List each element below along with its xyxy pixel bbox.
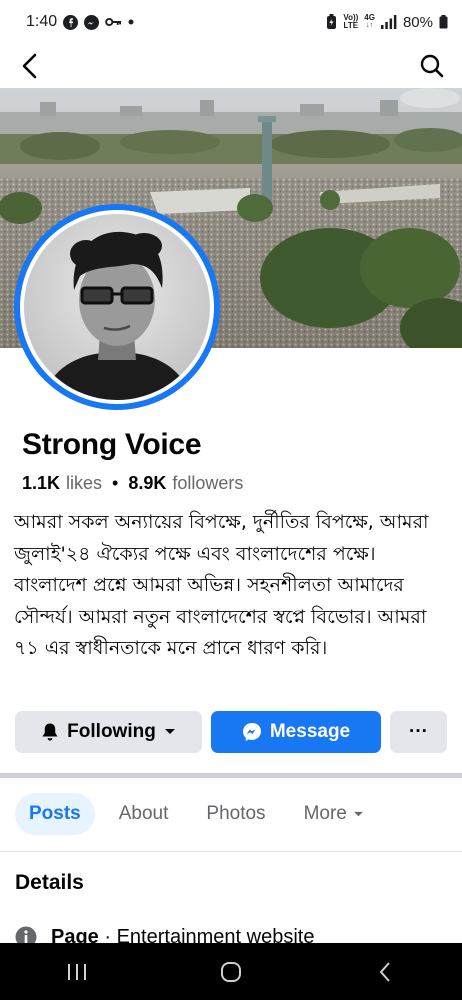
caret-down-icon [353,811,363,816]
page-bio: আমরা সকল অন্যায়ের বিপক্ষে, দুর্নীতির বি… [14,511,429,659]
tab-about-label: About [118,803,169,824]
signal-strength-icon [380,15,397,29]
tab-photos-label: Photos [206,803,266,824]
more-notifications-dot-icon [128,19,134,25]
android-navigation-bar [0,943,462,1000]
avatar-photo [24,214,210,400]
recent-apps-icon [68,963,86,980]
tab-about[interactable]: About [105,793,183,835]
following-label: Following [67,721,156,742]
system-back-icon [379,961,390,982]
volte-indicator: Vo)) LTE [343,14,358,30]
action-buttons: Following Message ··· [15,711,447,753]
battery-icon [439,15,448,29]
status-time: 1:40 [26,13,58,30]
following-button[interactable]: Following [15,711,202,753]
network-type-text: 4G [364,13,375,22]
followers-count: 8.9K [128,473,167,493]
avatar-ring [20,210,214,404]
battery-percent: 80% [402,13,433,31]
system-back-button[interactable] [355,943,415,1000]
messenger-notification-icon [84,14,100,30]
status-right: Vo)) LTE 4G ↓↑ 80% [326,14,448,31]
search-icon [420,54,444,78]
status-left: 1:40 [26,13,134,31]
more-options-button[interactable]: ··· [390,711,447,753]
message-button[interactable]: Message [211,711,381,753]
message-label: Message [269,721,351,742]
followers-label[interactable]: followers [172,473,243,494]
likes-label[interactable]: likes [66,473,102,494]
top-navigation [0,44,462,88]
stats-separator: • [112,473,119,493]
back-button[interactable] [14,50,46,82]
more-dots-icon: ··· [409,721,428,742]
home-icon [221,961,241,982]
status-bar: 1:40 Vo)) LTE 4G ↓↑ 80% [0,0,462,44]
likes-count: 1.1K [22,473,61,493]
search-button[interactable] [416,50,448,82]
tab-posts-label: Posts [29,803,81,824]
page-stats: 1.1K likes • 8.9K followers [22,473,243,494]
caret-down-icon [164,729,175,734]
page-name: Strong Voice [22,428,202,461]
tab-more[interactable]: More [290,793,378,835]
tabs-divider [0,851,462,852]
battery-saver-icon [326,14,337,30]
messenger-icon [242,723,261,741]
back-arrow-icon [22,53,37,79]
profile-tabs: Posts About Photos More [15,793,378,835]
facebook-notification-icon [63,14,79,30]
home-button[interactable] [201,943,261,1000]
tab-photos[interactable]: Photos [192,793,279,835]
profile-picture[interactable] [14,204,220,410]
key-icon [105,16,122,28]
recent-apps-button[interactable] [47,943,107,1000]
section-divider [0,773,462,778]
tab-more-label: More [303,803,347,824]
tab-posts[interactable]: Posts [15,793,95,835]
details-heading: Details [15,871,84,894]
network-type-indicator: 4G ↓↑ [364,14,375,30]
volte-bottom-text: LTE [343,21,359,30]
data-arrows-icon: ↓↑ [366,22,374,29]
bell-icon [42,723,58,741]
